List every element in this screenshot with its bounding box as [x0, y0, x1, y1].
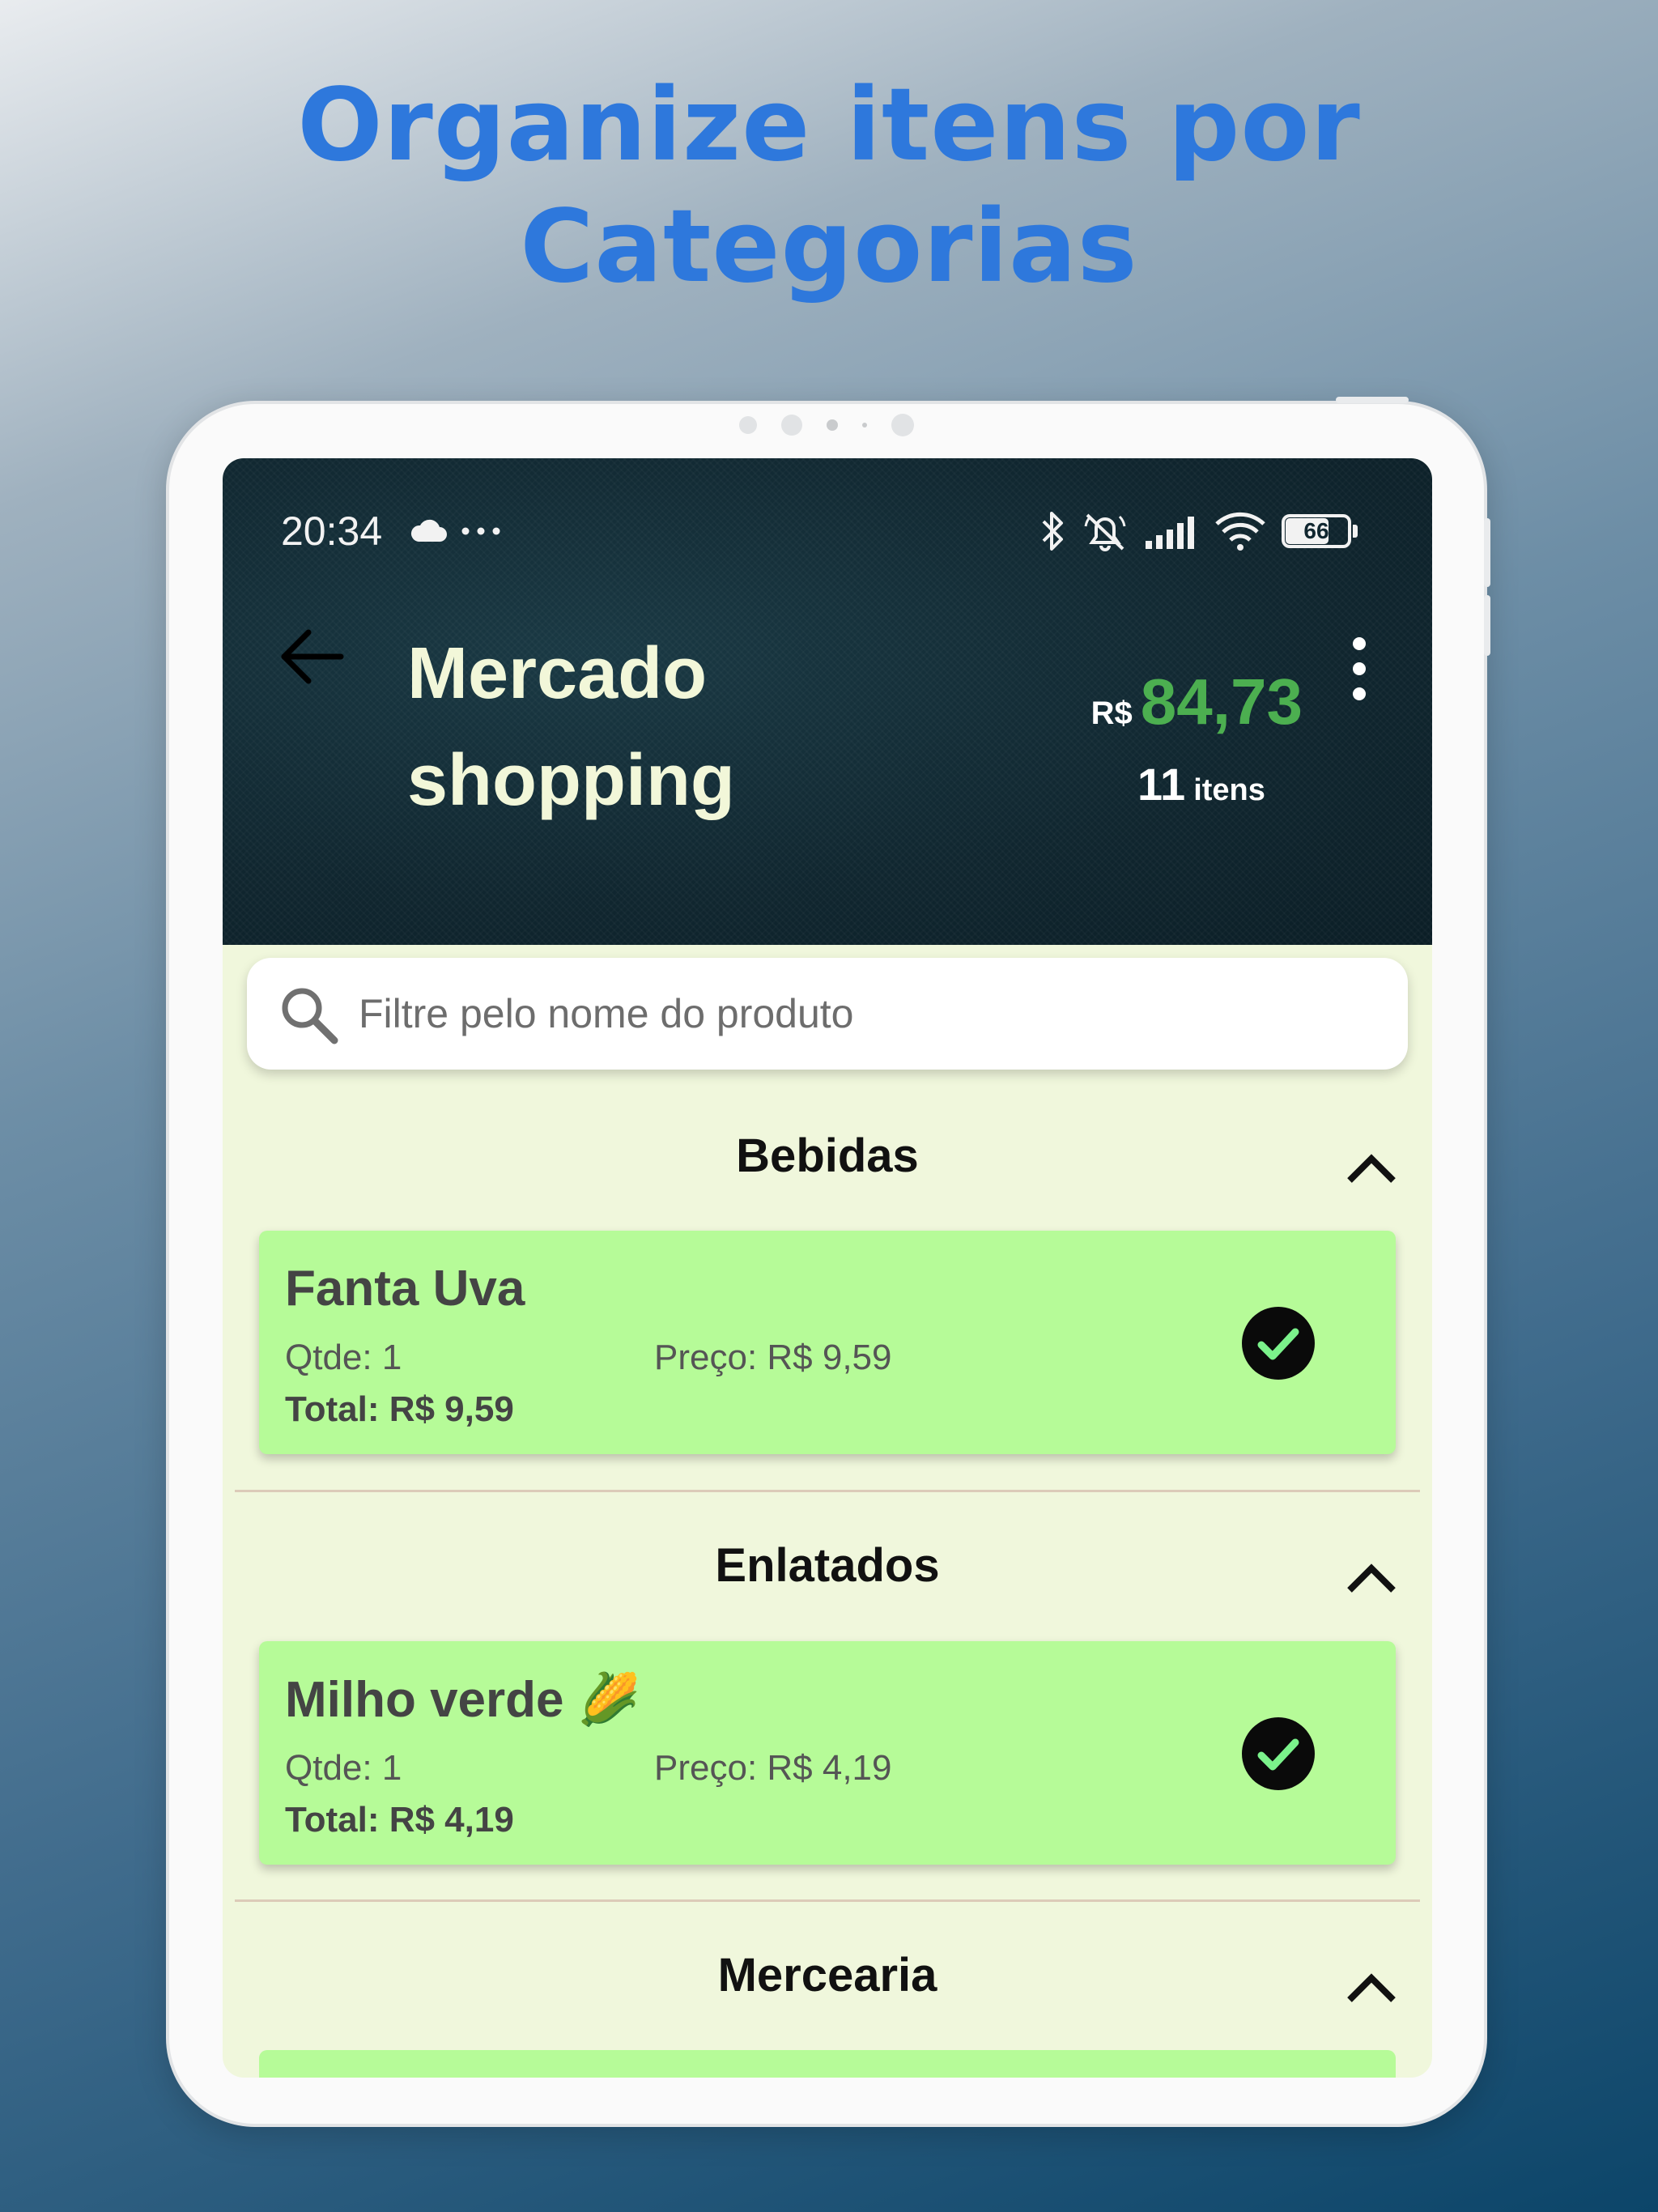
- list-title-line1: Mercado: [407, 633, 708, 714]
- item-name: Milho verde 🌽: [285, 1672, 640, 1728]
- item-quantity: Qtde: 1: [285, 1338, 402, 1377]
- app-screen: 20:34 66 Mercado shopping R$ 84,73 11 it…: [223, 458, 1432, 2078]
- category-divider: [235, 1490, 1420, 1492]
- item-count-number: 11: [1137, 759, 1186, 810]
- more-vert-icon[interactable]: [1343, 632, 1375, 705]
- tablet-top-button: [1336, 397, 1409, 403]
- muted-bell-icon: [1084, 513, 1126, 551]
- category-title: Mercearia: [717, 1949, 937, 2001]
- status-bar: 20:34 66: [281, 507, 1359, 555]
- list-title-line2: shopping: [407, 740, 735, 821]
- more-dots-icon: [461, 527, 500, 535]
- item-price: Preço: R$ 9,59: [654, 1338, 892, 1377]
- promo-headline-line2: Categorias: [520, 189, 1138, 305]
- checked-icon[interactable]: [1242, 1307, 1315, 1380]
- chevron-up-icon[interactable]: [1343, 1556, 1400, 1597]
- search-placeholder: Filtre pelo nome do produto: [359, 991, 854, 1036]
- search-input[interactable]: Filtre pelo nome do produto: [247, 958, 1408, 1070]
- battery-level: 66: [1303, 518, 1329, 543]
- item-total: Total: R$ 9,59: [285, 1389, 514, 1429]
- item-quantity: Qtde: 1: [285, 1748, 402, 1788]
- item-count-label: itens: [1193, 773, 1265, 807]
- chevron-up-icon[interactable]: [1343, 1146, 1400, 1187]
- item-name: Fanta Uva: [285, 1261, 525, 1317]
- item-count: 11 itens: [1137, 758, 1265, 810]
- category-header-bebidas[interactable]: Bebidas: [223, 1114, 1432, 1195]
- back-arrow-icon[interactable]: [276, 620, 349, 693]
- app-header: 20:34 66 Mercado shopping R$ 84,73 11 it…: [223, 458, 1432, 945]
- list-total: R$ 84,73: [1091, 665, 1303, 739]
- category-header-mercearia[interactable]: Mercearia: [223, 1933, 1432, 2014]
- list-item[interactable]: Milho verde 🌽 Qtde: 1 Preço: R$ 4,19 Tot…: [259, 1641, 1396, 1865]
- list-item[interactable]: Fanta Uva Qtde: 1 Preço: R$ 9,59 Total: …: [259, 1231, 1396, 1454]
- category-title: Enlatados: [715, 1539, 940, 1592]
- category-header-enlatados[interactable]: Enlatados: [223, 1524, 1432, 1605]
- status-time: 20:34: [281, 508, 383, 554]
- signal-icon: [1146, 517, 1194, 549]
- item-price: Preço: R$ 4,19: [654, 1748, 892, 1788]
- camera-dots: [169, 414, 1484, 436]
- list-item[interactable]: [259, 2050, 1396, 2078]
- promo-headline: Organize itens por Categorias: [0, 65, 1658, 308]
- promo-headline-line1: Organize itens por: [297, 67, 1361, 184]
- checked-icon[interactable]: [1242, 1717, 1315, 1790]
- currency-symbol: R$: [1090, 696, 1133, 731]
- wifi-icon: [1215, 512, 1265, 551]
- category-title: Bebidas: [736, 1129, 919, 1182]
- chevron-up-icon[interactable]: [1343, 1966, 1400, 2006]
- search-icon: [282, 988, 338, 1044]
- bluetooth-icon: [1042, 512, 1063, 551]
- cloud-icon: [410, 519, 447, 542]
- item-total: Total: R$ 4,19: [285, 1800, 514, 1840]
- battery-icon: 66: [1282, 514, 1359, 548]
- category-divider: [235, 1899, 1420, 1902]
- tablet-volume-up-button: [1484, 518, 1490, 587]
- list-title: Mercado shopping: [407, 620, 893, 834]
- tablet-volume-down-button: [1484, 595, 1490, 656]
- total-amount: 84,73: [1140, 666, 1303, 738]
